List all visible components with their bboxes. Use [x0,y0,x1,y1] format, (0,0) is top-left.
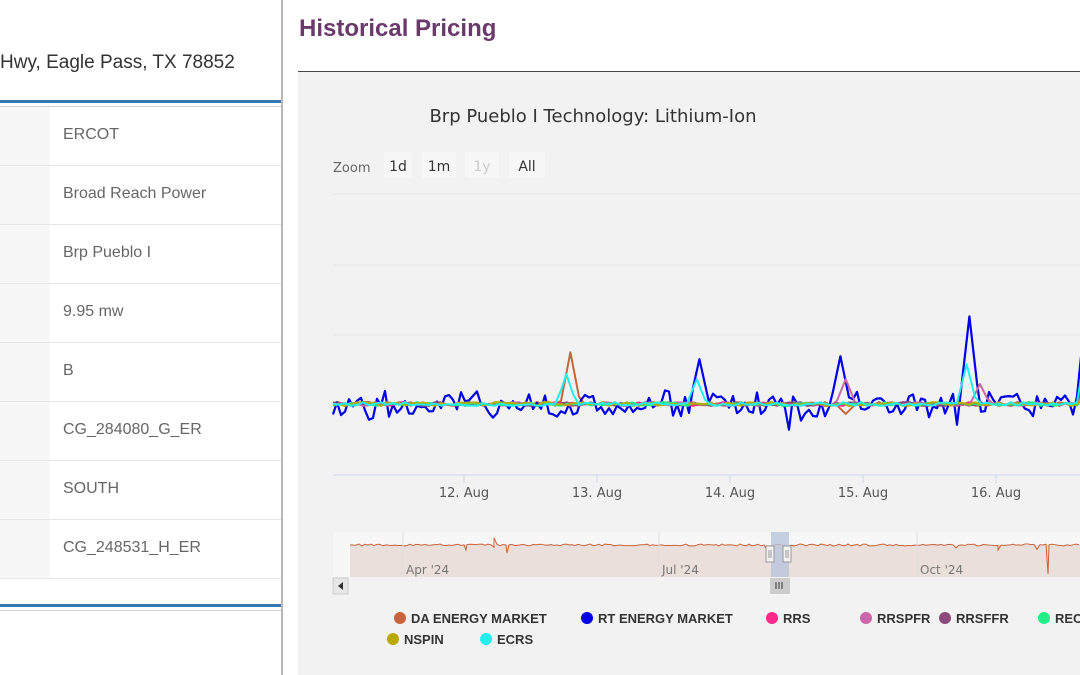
detail-row-value: Brp Pueblo I [63,244,152,261]
legend-marker [939,612,951,624]
zoom-button-all[interactable]: All [509,152,545,178]
legend-marker [480,633,492,645]
scrollbar-left-button[interactable] [332,577,349,595]
detail-row: CG_284080_G_ER [0,402,281,461]
detail-row-label-cell [0,520,50,578]
legend-label: ECRS [497,632,533,647]
detail-row-value: CG_284080_G_ER [63,421,202,438]
legend-item-nspin[interactable]: NSPIN [387,632,444,647]
detail-row: SOUTH [0,461,281,520]
detail-row: CG_248531_H_ER [0,520,281,579]
zoom-button-1d[interactable]: 1d [384,152,412,178]
navigator-area-fill [350,545,1080,577]
detail-row: 9.95 mw [0,284,281,343]
zoom-label: Zoom [333,161,370,176]
pricing-chart: Brp Pueblo I Technology: Lithium-Ion Zoom… [331,106,1080,647]
navigator-handle[interactable] [765,545,775,563]
legend-item-da-energy-market[interactable]: DA ENERGY MARKET [394,611,547,626]
legend-marker [387,633,399,645]
legend-marker [860,612,872,624]
divider [0,604,281,607]
navigator-label: Jul '24 [661,563,699,577]
detail-row-value: B [63,362,74,379]
zoom-button-1y[interactable]: 1y [465,152,499,178]
detail-row-label-cell [0,343,50,401]
zoom-button-label: All [518,159,535,175]
legend-label: RRSFFR [956,611,1009,626]
pricing-chart-panel: Brp Pueblo I Technology: Lithium-Ion Zoom… [298,72,1080,675]
legend-label: NSPIN [404,632,444,647]
zoom-button-1m[interactable]: 1m [422,152,456,178]
legend-item-rt-energy-market[interactable]: RT ENERGY MARKET [581,611,733,626]
legend-label: REC [1055,611,1080,626]
legend-marker [581,612,593,624]
detail-row: B [0,343,281,402]
historical-pricing-section: Historical Pricing Brp Pueblo I Technolo… [298,0,1080,675]
x-tick-label: 15. Aug [838,486,888,501]
detail-row-value: CG_248531_H_ER [63,539,201,556]
x-tick-label: 13. Aug [572,486,622,501]
detail-row-value: Broad Reach Power [63,185,207,202]
detail-row-label-cell [0,225,50,283]
detail-row-label-cell [0,166,50,224]
scrollbar-track[interactable] [333,578,1080,594]
divider [0,100,281,103]
legend-label: RRSPFR [877,611,931,626]
legend-item-rrspfr[interactable]: RRSPFR [860,611,931,626]
zoom-button-label: 1d [389,159,407,175]
detail-row-value: SOUTH [63,480,119,497]
asset-details-panel: Hwy, Eagle Pass, TX 78852 ERCOT Broad Rea… [0,0,283,675]
legend-label: DA ENERGY MARKET [411,611,547,626]
legend-label: RRS [783,611,811,626]
navigator-label: Apr '24 [406,563,449,577]
x-tick-label: 16. Aug [971,486,1021,501]
legend-item-rrs[interactable]: RRS [766,611,811,626]
divider [0,610,281,611]
navigator-handle[interactable] [782,545,792,563]
detail-row-value: 9.95 mw [63,303,124,320]
legend-item-rrsffr[interactable]: RRSFFR [939,611,1009,626]
detail-row: Brp Pueblo I [0,225,281,284]
x-tick-label: 12. Aug [439,486,489,501]
detail-row-label-cell [0,461,50,519]
asset-address: Hwy, Eagle Pass, TX 78852 [0,52,235,73]
legend-item-ecrs[interactable]: ECRS [480,632,533,647]
detail-row-label-cell [0,402,50,460]
chart-title: Brp Pueblo I Technology: Lithium-Ion [429,106,756,127]
section-title: Historical Pricing [299,15,497,42]
x-tick-label: 14. Aug [705,486,755,501]
zoom-button-label: 1m [428,159,451,175]
detail-row: Broad Reach Power [0,166,281,225]
detail-row-value: ERCOT [63,126,119,143]
detail-row: ERCOT [0,107,281,166]
zoom-button-label: 1y [473,159,490,175]
legend-marker [1038,612,1050,624]
scrollbar-thumb[interactable] [770,578,790,594]
legend-label: RT ENERGY MARKET [598,611,733,626]
legend-marker [394,612,406,624]
legend-marker [766,612,778,624]
detail-row-label-cell [0,284,50,342]
navigator-label: Oct '24 [920,563,963,577]
detail-row-label-cell [0,107,50,165]
legend-item-rec[interactable]: REC [1038,611,1080,626]
